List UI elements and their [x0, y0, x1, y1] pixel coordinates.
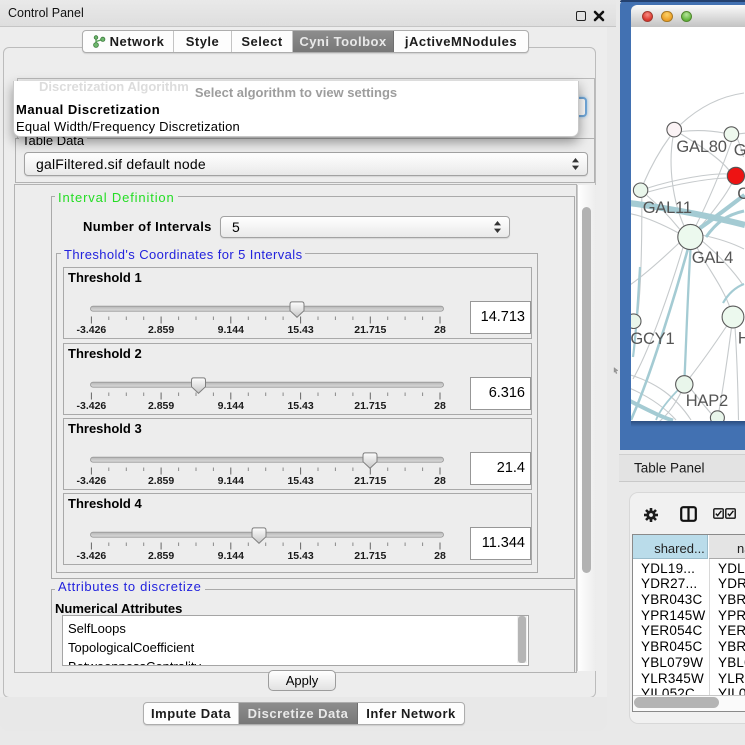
svg-text:-3.426: -3.426 [77, 399, 107, 411]
svg-text:15.43: 15.43 [287, 324, 313, 336]
svg-text:21.715: 21.715 [354, 475, 386, 487]
svg-text:15.43: 15.43 [287, 399, 313, 411]
svg-text:9.144: 9.144 [218, 550, 244, 562]
svg-text:GAL11: GAL11 [643, 199, 692, 217]
svg-text:9.144: 9.144 [218, 475, 244, 487]
svg-text:28: 28 [434, 475, 446, 487]
svg-text:15.43: 15.43 [287, 550, 313, 562]
svg-text:28: 28 [434, 324, 446, 336]
svg-text:9.144: 9.144 [218, 324, 244, 336]
svg-text:-3.426: -3.426 [77, 550, 107, 562]
svg-text:15.43: 15.43 [287, 475, 313, 487]
svg-text:21.715: 21.715 [354, 399, 386, 411]
svg-text:GCY1: GCY1 [631, 330, 674, 348]
svg-text:21.715: 21.715 [354, 324, 386, 336]
svg-text:-3.426: -3.426 [77, 324, 107, 336]
svg-text:2.859: 2.859 [148, 475, 174, 487]
svg-text:GAL80: GAL80 [676, 138, 726, 156]
svg-text:21.715: 21.715 [354, 550, 386, 562]
svg-text:28: 28 [434, 399, 446, 411]
svg-text:HAP2: HAP2 [686, 392, 728, 410]
svg-text:C: C [737, 185, 745, 203]
svg-text:28: 28 [434, 550, 446, 562]
svg-text:9.144: 9.144 [218, 399, 244, 411]
svg-text:H: H [738, 330, 745, 348]
svg-text:2.859: 2.859 [148, 399, 174, 411]
svg-text:2.859: 2.859 [148, 324, 174, 336]
svg-text:2.859: 2.859 [148, 550, 174, 562]
svg-text:GA: GA [734, 142, 745, 160]
svg-text:GAL4: GAL4 [692, 249, 733, 267]
svg-text:-3.426: -3.426 [77, 475, 107, 487]
